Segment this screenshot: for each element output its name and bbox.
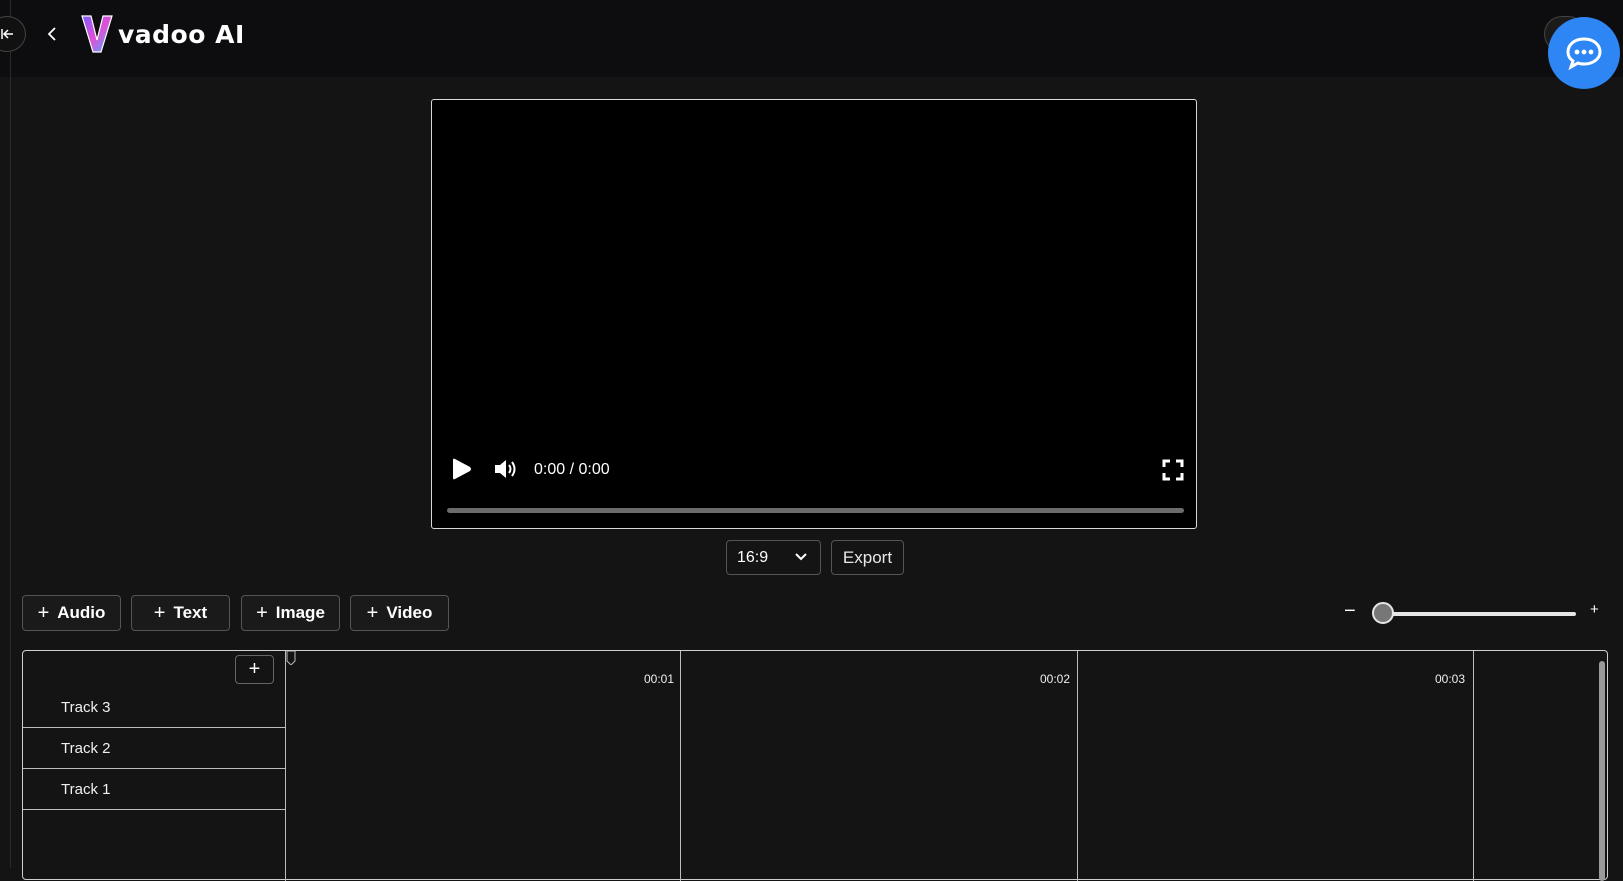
add-video-label: Video (386, 603, 433, 622)
vadoo-logo-icon (81, 15, 113, 53)
plus-icon: + (256, 602, 268, 624)
time-gridline (1077, 651, 1078, 881)
add-text-label: Text (173, 603, 208, 622)
track-label: Track 2 (61, 740, 111, 757)
vertical-scrollbar[interactable] (1599, 661, 1605, 881)
add-text-button[interactable]: + Text (131, 595, 230, 631)
zoom-in-button[interactable]: + (1590, 601, 1599, 618)
add-image-label: Image (275, 603, 325, 622)
aspect-ratio-select[interactable]: 16:9 (726, 540, 821, 575)
add-audio-button[interactable]: + Audio (22, 595, 121, 631)
volume-icon (495, 460, 516, 478)
zoom-out-button[interactable]: − (1344, 600, 1356, 623)
chat-button[interactable] (1548, 17, 1620, 89)
collapse-left-icon (1, 29, 13, 39)
play-button[interactable] (449, 457, 473, 481)
brand-name: vadoo AI (118, 19, 245, 49)
zoom-slider[interactable] (1384, 612, 1576, 616)
plus-icon: + (366, 602, 379, 624)
play-icon (453, 458, 471, 480)
add-track-button[interactable]: + (235, 655, 274, 684)
add-video-button[interactable]: + Video (350, 595, 449, 631)
time-gridline (680, 651, 681, 881)
track-row[interactable]: Track 1 (23, 770, 285, 810)
track-label: Track 1 (61, 781, 111, 798)
volume-button[interactable] (493, 457, 519, 481)
track-list: + Track 3 Track 2 Track 1 (23, 651, 286, 881)
brand-logo[interactable]: vadoo AI (80, 12, 245, 56)
video-player[interactable]: 0:00 / 0:00 (431, 99, 1197, 529)
chevron-left-icon (47, 27, 56, 41)
fullscreen-button[interactable] (1162, 459, 1184, 481)
track-row[interactable]: Track 3 (23, 688, 285, 728)
timeline[interactable]: + Track 3 Track 2 Track 1 00:01 00:02 00… (22, 650, 1608, 881)
chat-bubble-icon (1566, 37, 1602, 70)
playhead-marker[interactable] (286, 651, 296, 665)
chevron-down-icon (795, 553, 807, 561)
fullscreen-icon (1162, 459, 1184, 481)
zoom-slider-thumb[interactable] (1372, 602, 1394, 624)
plus-icon: + (37, 602, 50, 624)
time-display: 0:00 / 0:00 (534, 461, 610, 478)
plus-icon: + (153, 602, 166, 624)
time-gridline (1473, 651, 1474, 881)
time-tick-label: 00:03 (1435, 672, 1466, 686)
add-image-button[interactable]: + Image (241, 595, 340, 631)
add-audio-label: Audio (57, 603, 106, 622)
aspect-ratio-value: 16:9 (737, 548, 769, 566)
left-rail (0, 0, 11, 868)
time-tick-label: 00:02 (1040, 672, 1071, 686)
back-button[interactable] (42, 22, 62, 46)
track-label: Track 3 (61, 699, 111, 716)
time-tick-label: 00:01 (644, 672, 675, 686)
progress-bar[interactable] (447, 508, 1184, 513)
track-row[interactable]: Track 2 (23, 729, 285, 769)
export-button[interactable]: Export (831, 540, 904, 575)
